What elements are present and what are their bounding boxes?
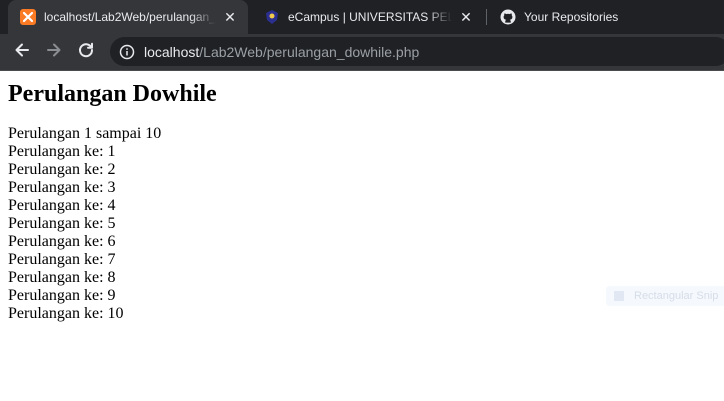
output-line: Perulangan ke: 10: [8, 305, 124, 322]
output-line: Perulangan ke: 1: [8, 143, 116, 160]
campus-crest-icon: [264, 9, 280, 25]
browser-toolbar: localhost/Lab2Web/perulangan_dowhile.php: [0, 34, 724, 70]
close-tab-icon[interactable]: ✕: [458, 9, 474, 25]
arrow-left-icon: [13, 41, 31, 64]
tab-title: Your Repositories: [524, 10, 619, 24]
output-line: Perulangan 1 sampai 10: [8, 125, 162, 142]
page-content: Perulangan Dowhile Perulangan 1 sampai 1…: [8, 71, 724, 401]
snip-label: Rectangular Snip: [634, 290, 719, 302]
page-heading: Perulangan Dowhile: [8, 81, 217, 107]
info-icon[interactable]: [119, 44, 135, 60]
snip-tooltip: Rectangular Snip: [606, 286, 724, 306]
xampp-icon: [20, 9, 36, 25]
tab-title: eCampus | UNIVERSITAS PELITA BANGSA: [288, 10, 452, 24]
address-bar[interactable]: localhost/Lab2Web/perulangan_dowhile.php: [110, 37, 724, 66]
tab-title: localhost/Lab2Web/perulangan_d: [44, 10, 216, 24]
output-line: Perulangan ke: 7: [8, 251, 116, 268]
address-path: /Lab2Web/perulangan_dowhile.php: [199, 43, 420, 60]
arrow-right-icon: [45, 41, 63, 64]
back-button[interactable]: [8, 38, 36, 66]
tab-perulangan-dowhile[interactable]: localhost/Lab2Web/perulangan_d ✕: [8, 0, 248, 34]
forward-button[interactable]: [40, 38, 68, 66]
reload-button[interactable]: [72, 38, 100, 66]
output-line: Perulangan ke: 5: [8, 215, 116, 232]
tab-ecampus[interactable]: eCampus | UNIVERSITAS PELITA BANGSA ✕: [252, 0, 484, 34]
output-line: Perulangan ke: 4: [8, 197, 116, 214]
github-icon: [500, 9, 516, 25]
tab-your-repositories[interactable]: Your Repositories: [488, 0, 724, 34]
output-line: Perulangan ke: 3: [8, 179, 116, 196]
reload-icon: [77, 41, 95, 64]
close-tab-icon[interactable]: ✕: [222, 9, 238, 25]
tab-strip: localhost/Lab2Web/perulangan_d ✕ eCampus…: [0, 0, 724, 34]
tab-separator: [486, 9, 487, 25]
output-line: Perulangan ke: 6: [8, 233, 116, 250]
address-host: localhost: [144, 43, 200, 60]
output-line: Perulangan ke: 8: [8, 269, 116, 286]
output-line: Perulangan ke: 2: [8, 161, 116, 178]
snip-icon: [614, 291, 624, 301]
